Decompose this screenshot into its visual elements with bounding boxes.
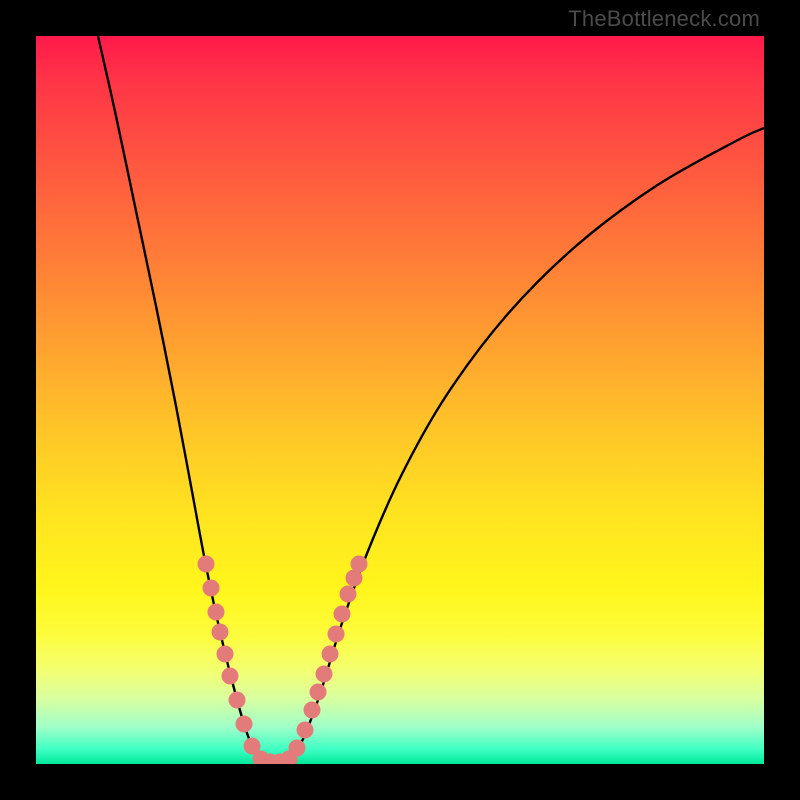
left-branch-curve <box>98 36 266 762</box>
chart-frame: TheBottleneck.com <box>0 0 800 800</box>
data-marker <box>351 556 368 573</box>
data-marker <box>340 586 357 603</box>
data-marker <box>328 626 345 643</box>
watermark-text: TheBottleneck.com <box>568 6 760 32</box>
data-marker <box>289 740 306 757</box>
data-marker <box>208 604 225 621</box>
plot-area <box>36 36 764 764</box>
data-marker <box>236 716 253 733</box>
right-branch-curve <box>286 128 764 762</box>
data-marker <box>222 668 239 685</box>
curves-svg <box>36 36 764 764</box>
data-marker <box>297 722 314 739</box>
data-marker <box>310 684 327 701</box>
data-marker <box>198 556 215 573</box>
data-marker <box>229 692 246 709</box>
data-marker <box>217 646 234 663</box>
data-marker <box>322 646 339 663</box>
data-marker <box>334 606 351 623</box>
data-marker <box>304 702 321 719</box>
data-marker <box>316 666 333 683</box>
data-marker <box>203 580 220 597</box>
data-marker <box>212 624 229 641</box>
marker-group <box>198 556 368 765</box>
